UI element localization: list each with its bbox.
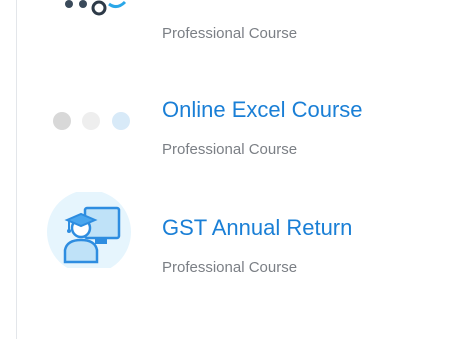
course-list-panel: Professional Course Online Excel Course …: [16, 0, 468, 339]
course-item[interactable]: Professional Course: [17, 0, 468, 80]
course-item[interactable]: GST Annual Return Professional Course: [17, 190, 468, 276]
course-subtitle: Professional Course: [162, 141, 298, 158]
course-item[interactable]: Online Excel Course Professional Course: [17, 95, 468, 175]
course-subtitle: Professional Course: [162, 259, 298, 276]
course-logo-icon: [47, 0, 137, 68]
graduate-computer-icon: [45, 190, 135, 274]
course-title[interactable]: Online Excel Course: [162, 97, 363, 123]
course-title[interactable]: GST Annual Return: [162, 215, 352, 241]
course-subtitle: Professional Course: [162, 25, 298, 42]
dot: [82, 112, 100, 130]
dot: [112, 112, 130, 130]
dot: [53, 112, 71, 130]
